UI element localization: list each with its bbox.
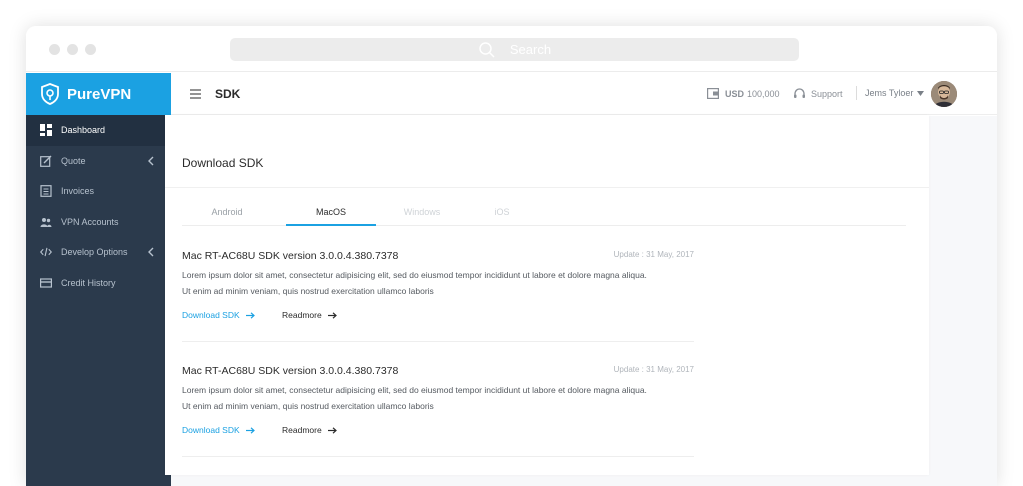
header-divider: [856, 86, 857, 100]
sidebar-item-invoices[interactable]: Invoices: [26, 176, 171, 207]
readmore-link[interactable]: Readmore: [282, 310, 337, 320]
arrow-right-icon: [327, 311, 337, 319]
download-sdk-label: Download SDK: [182, 310, 240, 320]
sdk-update-date: Update : 31 May, 2017: [613, 365, 694, 374]
download-sdk-card: Download SDK Android MacOS Windows iOS M…: [165, 115, 929, 475]
tab-ios[interactable]: iOS: [457, 201, 547, 226]
sdk-separator: [182, 341, 694, 342]
top-header: SDK USD 100,000 Support Jems Tyloer: [171, 73, 997, 115]
window-dot-minimize[interactable]: [67, 44, 78, 55]
sdk-description: Lorem ipsum dolor sit amet, consectetur …: [182, 382, 702, 414]
sdk-update-date: Update : 31 May, 2017: [613, 250, 694, 259]
account-balance: USD 100,000: [707, 88, 780, 99]
sdk-title: Mac RT-AC68U SDK version 3.0.0.4.380.737…: [182, 365, 399, 377]
window-dot-close[interactable]: [49, 44, 60, 55]
menu-icon[interactable]: [190, 89, 201, 99]
invoice-icon: [40, 185, 52, 198]
sidebar-item-label: Invoices: [61, 186, 95, 197]
user-name: Jems Tyloer: [865, 88, 914, 98]
support-link[interactable]: Support: [793, 88, 843, 100]
sidebar-item-label: Credit History: [61, 277, 116, 288]
tab-windows[interactable]: Windows: [377, 201, 467, 226]
search-bar[interactable]: Search: [230, 38, 799, 61]
download-sdk-link[interactable]: Download SDK: [182, 310, 255, 320]
sidebar-item-credit-history[interactable]: Credit History: [26, 268, 171, 299]
sidebar-item-dashboard[interactable]: Dashboard: [26, 115, 171, 146]
wallet-icon: [707, 88, 719, 99]
sidebar: PureVPN Dashboard Quote Invoices VPN Acc…: [26, 73, 171, 486]
sidebar-item-label: Develop Options: [61, 247, 128, 258]
tab-macos[interactable]: MacOS: [286, 201, 376, 226]
edit-icon: [40, 155, 52, 167]
purevpn-shield-icon: [41, 83, 59, 105]
platform-tabs: Android MacOS Windows iOS: [182, 201, 906, 226]
users-icon: [40, 216, 52, 228]
card-divider: [165, 187, 929, 188]
tab-android[interactable]: Android: [182, 201, 272, 226]
sdk-title: Mac RT-AC68U SDK version 3.0.0.4.380.737…: [182, 250, 399, 262]
headset-icon: [794, 88, 805, 98]
sidebar-item-develop-options[interactable]: Develop Options: [26, 237, 171, 268]
chevron-left-icon: [148, 156, 154, 165]
sdk-separator: [182, 456, 694, 457]
browser-toolbar: Search: [26, 26, 997, 72]
chevron-left-icon: [148, 247, 154, 257]
sidebar-item-vpn-accounts[interactable]: VPN Accounts: [26, 207, 171, 238]
sdk-description: Lorem ipsum dolor sit amet, consectetur …: [182, 267, 702, 299]
sidebar-item-quote[interactable]: Quote: [26, 146, 171, 177]
readmore-label: Readmore: [282, 425, 322, 435]
dashboard-icon: [40, 124, 52, 137]
sidebar-item-label: Dashboard: [61, 125, 106, 136]
readmore-link[interactable]: Readmore: [282, 425, 337, 435]
user-menu[interactable]: Jems Tyloer: [865, 88, 925, 98]
sidebar-item-label: Quote: [61, 155, 86, 166]
sdk-description-line: Lorem ipsum dolor sit amet, consectetur …: [182, 270, 647, 280]
arrow-right-icon: [327, 426, 337, 434]
window-dot-maximize[interactable]: [85, 44, 96, 55]
card-title: Download SDK: [182, 156, 264, 170]
search-placeholder: Search: [509, 42, 552, 57]
download-sdk-link[interactable]: Download SDK: [182, 425, 255, 435]
avatar[interactable]: [931, 81, 957, 107]
brand-logo[interactable]: PureVPN: [26, 73, 171, 115]
brand-name: PureVPN: [67, 85, 132, 103]
search-icon: [479, 41, 495, 58]
download-sdk-label: Download SDK: [182, 425, 240, 435]
sidebar-item-label: VPN Accounts: [61, 216, 119, 227]
code-icon: [40, 246, 52, 258]
card-icon: [40, 277, 52, 289]
balance-currency: USD: [725, 88, 745, 99]
readmore-label: Readmore: [282, 310, 322, 320]
support-label: Support: [811, 89, 843, 99]
sdk-description-line: Ut enim ad minim veniam, quis nostrud ex…: [182, 286, 434, 296]
arrow-right-icon: [245, 426, 255, 434]
page-title: SDK: [215, 87, 241, 101]
sdk-description-line: Ut enim ad minim veniam, quis nostrud ex…: [182, 401, 434, 411]
caret-down-icon: [917, 90, 925, 96]
arrow-right-icon: [245, 311, 255, 319]
sdk-description-line: Lorem ipsum dolor sit amet, consectetur …: [182, 385, 647, 395]
balance-amount: 100,000: [747, 88, 780, 99]
